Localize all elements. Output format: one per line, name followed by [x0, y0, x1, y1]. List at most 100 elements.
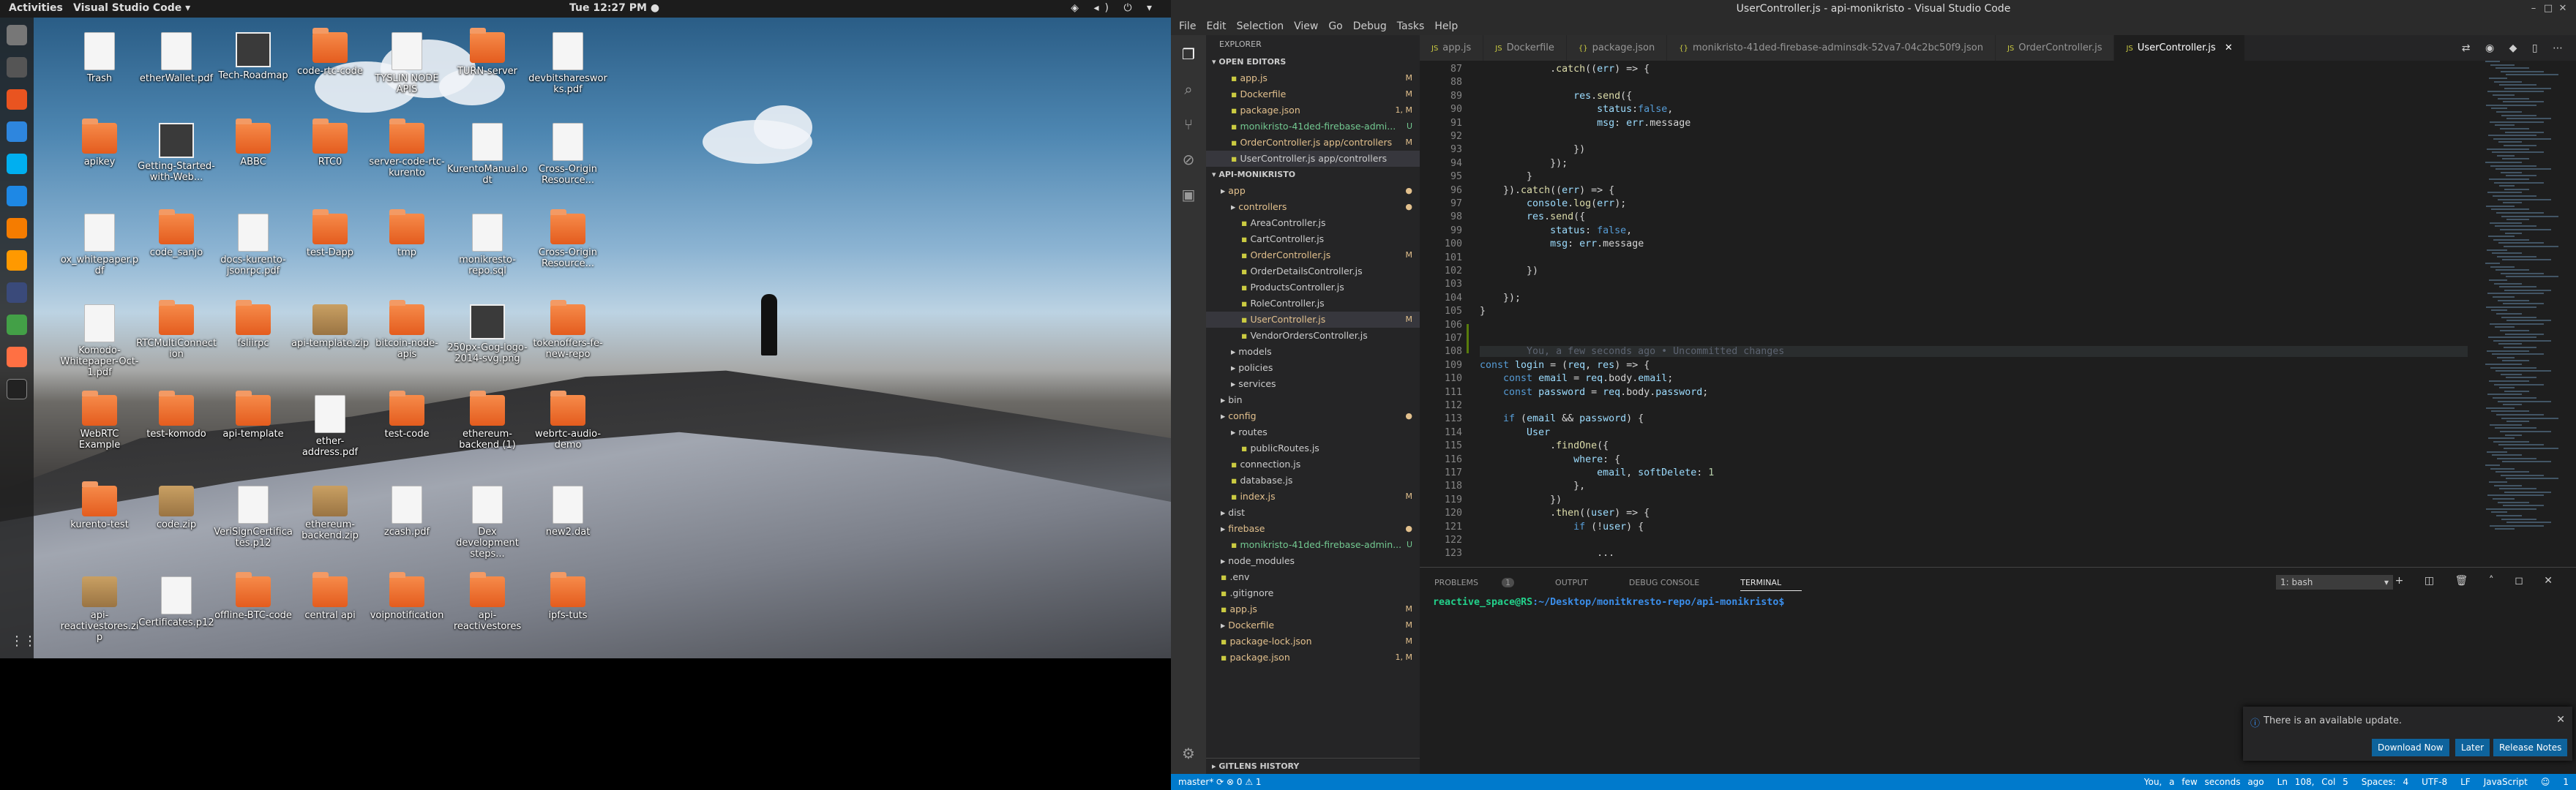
tree-item[interactable]: ▪ monikristo-41ded-firebase-admin... U — [1206, 537, 1420, 553]
desktop-icon[interactable]: 250px-Gog-logo-2014-svg.png — [446, 304, 528, 364]
skype-icon[interactable] — [7, 154, 27, 174]
desktop-icon[interactable]: kurento-test — [59, 481, 141, 530]
desktop-icon[interactable]: RTCMultiConnection — [135, 300, 217, 360]
tree-item[interactable]: ▸ node_modules — [1206, 553, 1420, 569]
editor-tab[interactable]: JS OrderController.js — [1995, 35, 2115, 61]
status-item[interactable]: LF — [2460, 777, 2471, 787]
desktop-icon[interactable]: code_sanjo — [135, 209, 217, 258]
status-item[interactable]: 1 — [2563, 777, 2569, 787]
open-editor-item[interactable]: ▪ app.js M — [1206, 70, 1420, 86]
notification-close-icon[interactable]: ✕ — [2556, 714, 2565, 726]
open-editor-item[interactable]: ▪ UserController.js app/controllers — [1206, 151, 1420, 167]
extensions-icon[interactable]: ▣ — [1180, 186, 1197, 203]
panel-tab-terminal[interactable]: TERMINAL — [1740, 578, 1802, 591]
tree-item[interactable]: ▪ connection.js — [1206, 456, 1420, 473]
panel-tab-problems[interactable]: PROBLEMS 1 — [1434, 578, 1535, 591]
terminal-select[interactable]: 1: bash ▾ — [2276, 575, 2393, 590]
debug-icon[interactable]: ⊘ — [1180, 151, 1197, 168]
software-icon[interactable] — [7, 89, 27, 110]
desktop-icon[interactable]: Dex development steps... — [446, 486, 528, 560]
desktop-icon[interactable]: Trash — [59, 32, 141, 84]
app-menu[interactable]: Visual Studio Code ▾ — [73, 2, 190, 14]
tree-item[interactable]: ▸ bin — [1206, 392, 1420, 408]
desktop-icon[interactable]: ABBC — [212, 118, 294, 168]
tree-item[interactable]: ▸ routes — [1206, 424, 1420, 440]
open-editor-item[interactable]: ▪ OrderController.js app/controllers M — [1206, 135, 1420, 151]
desktop-icon[interactable]: server-code-rtc-kurento — [366, 118, 448, 178]
firefox-icon[interactable] — [7, 347, 27, 367]
editor-tab[interactable]: JS UserController.js ✕ — [2114, 35, 2245, 61]
tree-item[interactable]: ▪ database.js — [1206, 473, 1420, 489]
status-item[interactable]: Ln 108, Col 5 — [2277, 777, 2348, 787]
desktop-icon[interactable]: api-template.zip — [289, 304, 371, 349]
desktop-icon[interactable]: voipnotification — [366, 572, 448, 621]
activities-button[interactable]: Activities — [9, 2, 63, 14]
app-icon[interactable] — [7, 282, 27, 303]
tree-item[interactable]: ▪ VendorOrdersController.js — [1206, 328, 1420, 344]
tree-item[interactable]: ▸ dist — [1206, 505, 1420, 521]
tree-item[interactable]: ▪ .env — [1206, 569, 1420, 585]
desktop-icon[interactable]: ox_whitepaper.pdf — [59, 214, 141, 276]
tree-item[interactable]: ▸ config ● — [1206, 408, 1420, 424]
tree-item[interactable]: ▪ package-lock.json M — [1206, 633, 1420, 650]
desktop-icon[interactable]: Getting-Started-with-Web... — [135, 123, 217, 183]
status-item[interactable]: JavaScript — [2484, 777, 2528, 787]
desktop-icon[interactable]: Certificates.p12 — [135, 576, 217, 628]
terminal-output[interactable]: reactive_space@RS:~/Desktop/monitkresto-… — [1433, 597, 1784, 608]
status-item[interactable]: Spaces: 4 — [2362, 777, 2408, 787]
tab-close-icon[interactable]: ✕ — [2222, 42, 2233, 53]
status-item[interactable]: ☺ — [2541, 777, 2550, 787]
menu-item-go[interactable]: Go — [1323, 20, 1347, 32]
release-notes-button[interactable]: Release Notes — [2493, 739, 2568, 756]
close-icon[interactable]: ✕ — [2557, 3, 2569, 15]
later-button[interactable]: Later — [2455, 739, 2490, 756]
menu-item-tasks[interactable]: Tasks — [1392, 20, 1430, 32]
editor-actions[interactable]: ⇄ ◉ ◆ ▯ ⋯ — [2462, 42, 2569, 54]
project-section[interactable]: ▾ API-MONIKRISTO — [1206, 167, 1420, 183]
settings-gear-icon[interactable]: ⚙ — [1180, 745, 1197, 762]
terminal-icon[interactable] — [7, 379, 27, 399]
desktop-icon[interactable]: RTC0 — [289, 118, 371, 168]
minimap[interactable] — [2485, 61, 2566, 567]
desktop-icon[interactable]: bitcoin-node-apis — [366, 300, 448, 360]
tree-item[interactable]: ▸ controllers ● — [1206, 199, 1420, 215]
tree-item[interactable]: ▪ publicRoutes.js — [1206, 440, 1420, 456]
desktop-icon[interactable]: test-komodo — [135, 391, 217, 440]
editor-tab[interactable]: {} package.json — [1566, 35, 1668, 61]
desktop-icon[interactable]: Komodo-Whitepaper-Oct-1.pdf — [59, 304, 141, 378]
desktop-icon[interactable]: tmp — [366, 209, 448, 258]
desktop-icon[interactable]: Cross-Origin Resource... — [527, 209, 609, 269]
git-branch-status[interactable]: master* ⟳ ⊗ 0 ⚠ 1 — [1178, 774, 1262, 790]
tree-item[interactable]: ▸ services — [1206, 376, 1420, 392]
code-editor[interactable]: 87 .catch((err) => {88 89 res.send({90 st… — [1420, 61, 2576, 567]
desktop-icon[interactable]: apikey — [59, 118, 141, 168]
tree-item[interactable]: ▸ models — [1206, 344, 1420, 360]
system-tray[interactable]: ◈ ◂) ⏻ ▾ — [1071, 2, 1158, 14]
status-item[interactable]: You, a few seconds ago — [2144, 777, 2264, 787]
menu-item-selection[interactable]: Selection — [1232, 20, 1289, 32]
panel-tab-output[interactable]: OUTPUT — [1555, 578, 1609, 591]
maximize-icon[interactable]: □ — [2542, 3, 2554, 15]
tree-item[interactable]: ▸ Dockerfile M — [1206, 617, 1420, 633]
source-control-icon[interactable]: ⑂ — [1180, 116, 1197, 133]
amazon-icon[interactable] — [7, 250, 27, 271]
desktop-icon[interactable]: devbitsharesworks.pdf — [527, 32, 609, 95]
desktop-icon[interactable]: webrtc-audio-demo — [527, 391, 609, 451]
desktop-icon[interactable]: central api — [289, 572, 371, 621]
download-now-button[interactable]: Download Now — [2372, 739, 2449, 756]
tree-item[interactable]: ▪ OrderDetailsController.js — [1206, 263, 1420, 279]
clock[interactable]: Tue 12:27 PM ● — [569, 2, 659, 14]
show-apps-icon[interactable]: ⋮⋮ — [10, 633, 37, 649]
tree-item[interactable]: ▪ .gitignore — [1206, 585, 1420, 601]
desktop-icon[interactable]: Cross-Origin Resource... — [527, 123, 609, 186]
editor-tab[interactable]: JS app.js — [1420, 35, 1484, 61]
desktop-icon[interactable]: tokenoffers-fe-new-repo — [527, 300, 609, 360]
desktop-icon[interactable]: WebRTC Example — [59, 391, 141, 451]
open-editor-item[interactable]: ▪ Dockerfile M — [1206, 86, 1420, 102]
tree-item[interactable]: ▪ ProductsController.js — [1206, 279, 1420, 296]
explorer-icon[interactable]: ❐ — [1180, 45, 1197, 63]
status-item[interactable]: UTF-8 — [2422, 777, 2447, 787]
desktop-icon[interactable]: TURN-server — [446, 28, 528, 77]
desktop-icon[interactable]: KurentoManual.odt — [446, 123, 528, 186]
desktop-icon[interactable]: api-reactivestores.zip — [59, 576, 141, 643]
